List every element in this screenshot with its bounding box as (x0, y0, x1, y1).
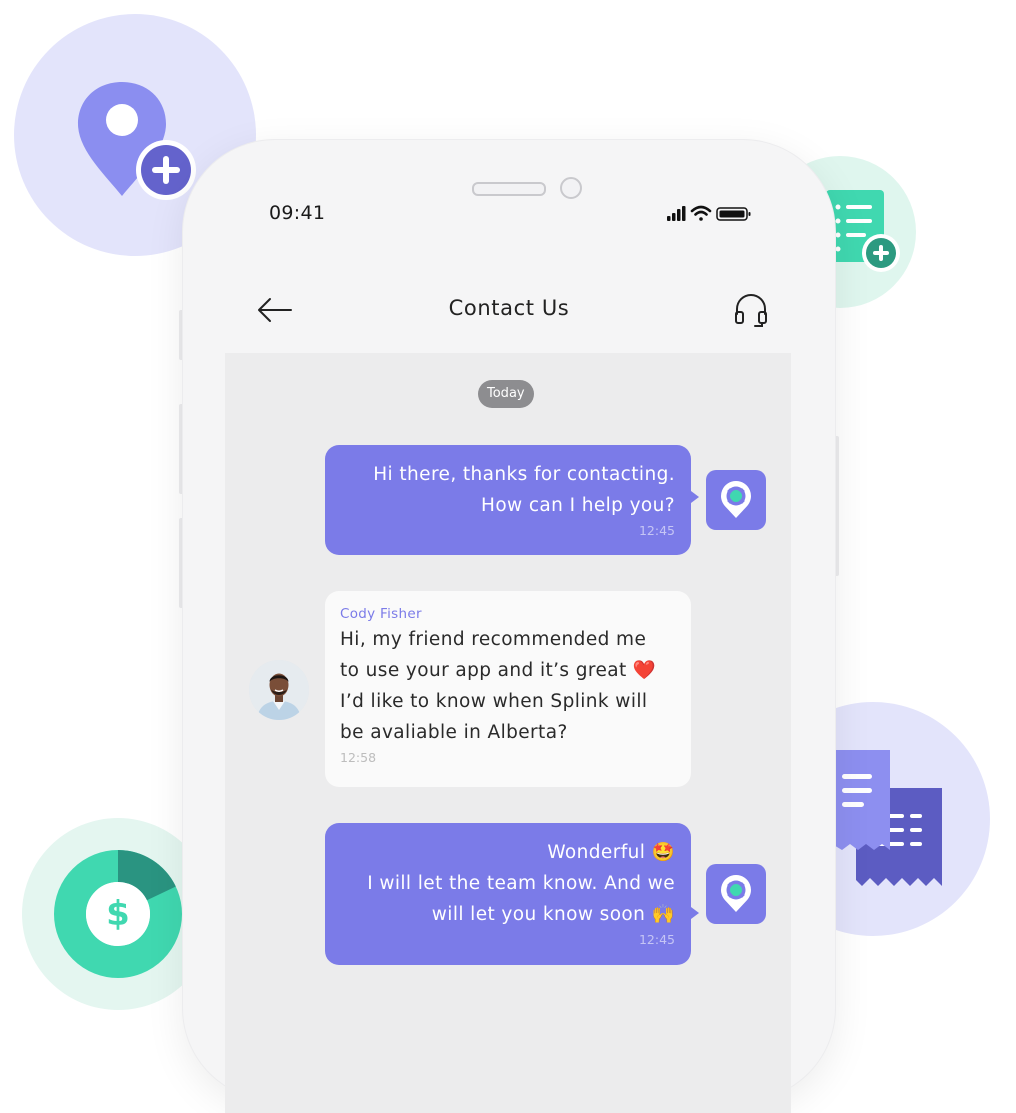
message-line: Hi, my friend recommended me (340, 629, 647, 650)
message-timestamp: 12:45 (638, 523, 675, 538)
message-bubble-outgoing[interactable]: Hi there, thanks for contacting. How can… (325, 445, 699, 555)
dollar-symbol: $ (106, 894, 130, 934)
date-separator: Today (478, 380, 534, 408)
status-time: 09:41 (269, 202, 326, 224)
avatar[interactable] (249, 660, 309, 720)
message-line: I will let the team know. And we (367, 873, 675, 894)
checklist-add-icon (826, 190, 900, 272)
support-logo-icon (721, 481, 751, 518)
agent-avatar[interactable] (706, 864, 766, 924)
message-line: I’d like to know when Splink will (340, 691, 648, 712)
status-bar: 09:41 (183, 140, 835, 240)
wifi-icon (690, 205, 712, 221)
sender-name: Cody Fisher (340, 606, 422, 622)
battery-icon (716, 207, 751, 221)
message-bubble-outgoing[interactable]: Wonderful 🤩 I will let the team know. An… (325, 823, 699, 965)
message-timestamp: 12:58 (340, 750, 377, 765)
front-camera (560, 177, 582, 199)
message-timestamp: 12:45 (638, 932, 675, 947)
phone-frame: 09:41 Contact Us Today Hi there, thanks … (183, 140, 835, 1113)
headset-icon[interactable] (731, 290, 771, 330)
signal-icon (667, 206, 686, 221)
status-icons (667, 205, 751, 221)
chat-area[interactable]: Today Hi there, thanks for contacting. H… (225, 353, 791, 1113)
support-logo-icon (721, 875, 751, 912)
speaker-grille (472, 182, 546, 196)
agent-avatar[interactable] (706, 470, 766, 530)
message-line: Wonderful 🤩 (547, 842, 675, 863)
location-add-icon (78, 82, 196, 200)
message-line: How can I help you? (481, 495, 675, 516)
nav-bar: Contact Us (183, 270, 835, 350)
message-line: Hi there, thanks for contacting. (373, 464, 675, 485)
message-line: be avaliable in Alberta? (340, 722, 568, 743)
message-line: will let you know soon 🙌 (431, 904, 675, 925)
receipt-icon (832, 750, 942, 886)
bubble-tail (691, 907, 699, 919)
message-bubble-incoming[interactable]: Cody Fisher Hi, my friend recommended me… (325, 591, 691, 787)
message-line: to use your app and it’s great ❤️ (340, 660, 657, 681)
user-photo (249, 660, 309, 720)
bubble-tail (691, 491, 699, 503)
